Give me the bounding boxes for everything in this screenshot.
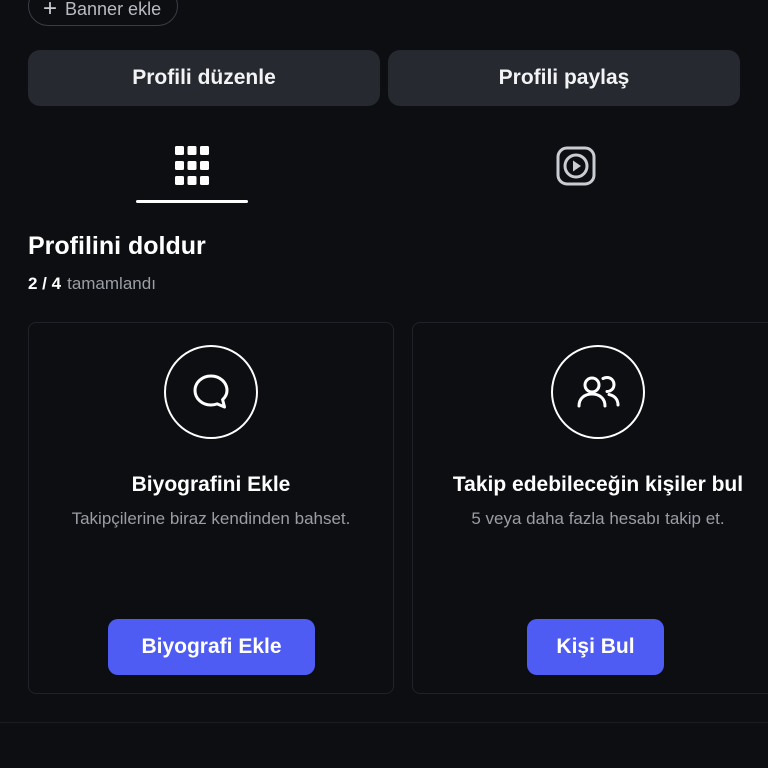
active-tab-indicator bbox=[136, 200, 248, 203]
progress-count: 2 / 4 bbox=[28, 274, 62, 293]
bottom-divider bbox=[0, 722, 768, 723]
find-people-card: Takip edebileceğin kişiler bul 5 veya da… bbox=[412, 322, 768, 694]
add-bio-card: Biyografini Ekle Takipçilerine biraz ken… bbox=[28, 322, 394, 694]
card-title: Takip edebileceğin kişiler bul bbox=[452, 473, 744, 496]
progress-label: tamamlandı bbox=[67, 274, 156, 293]
speech-bubble-icon bbox=[193, 374, 229, 409]
grid-icon bbox=[175, 146, 209, 185]
card-description: 5 veya daha fazla hesabı takip et. bbox=[471, 509, 725, 528]
people-icon bbox=[577, 375, 620, 408]
card-title: Biyografini Ekle bbox=[131, 473, 291, 496]
add-banner-label: Banner ekle bbox=[65, 0, 162, 19]
section-title: Profilini doldur bbox=[28, 232, 206, 260]
add-bio-button[interactable]: Biyografi Ekle bbox=[108, 619, 315, 675]
icon-circle bbox=[551, 345, 645, 439]
completion-progress: 2 / 4 tamamlandı bbox=[28, 274, 156, 294]
find-people-button[interactable]: Kişi Bul bbox=[527, 619, 664, 675]
icon-circle bbox=[164, 345, 258, 439]
edit-profile-button[interactable]: Profili düzenle bbox=[28, 50, 380, 106]
plus-icon: + bbox=[43, 0, 58, 22]
reels-icon bbox=[556, 146, 596, 186]
tab-grid[interactable] bbox=[136, 130, 248, 206]
profile-tabs bbox=[0, 130, 768, 206]
share-profile-button[interactable]: Profili paylaş bbox=[388, 50, 740, 106]
add-banner-button[interactable]: + Banner ekle bbox=[28, 0, 179, 26]
card-description: Takipçilerine biraz kendinden bahset. bbox=[71, 509, 351, 528]
tab-reels[interactable] bbox=[520, 130, 632, 206]
